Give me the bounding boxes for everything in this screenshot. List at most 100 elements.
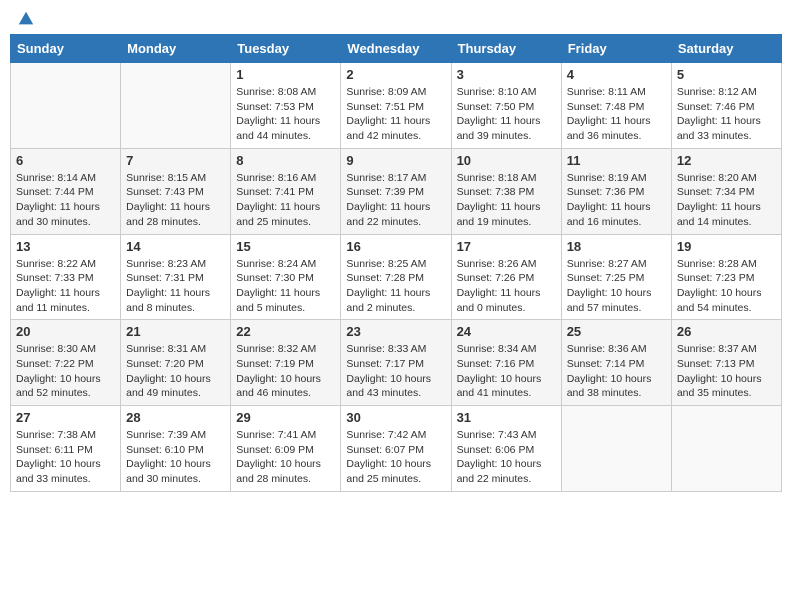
calendar-cell: 2 Sunrise: 8:09 AMSunset: 7:51 PMDaylight… (341, 63, 451, 149)
day-info: Sunrise: 8:36 AMSunset: 7:14 PMDaylight:… (567, 342, 666, 401)
day-number: 2 (346, 67, 445, 82)
day-info: Sunrise: 8:30 AMSunset: 7:22 PMDaylight:… (16, 342, 115, 401)
day-number: 21 (126, 324, 225, 339)
weekday-header-wednesday: Wednesday (341, 35, 451, 63)
day-info: Sunrise: 7:42 AMSunset: 6:07 PMDaylight:… (346, 428, 445, 487)
day-info: Sunrise: 8:24 AMSunset: 7:30 PMDaylight:… (236, 257, 335, 316)
day-number: 30 (346, 410, 445, 425)
day-number: 15 (236, 239, 335, 254)
calendar-cell: 3Sunrise: 8:10 AMSunset: 7:50 PMDaylight… (451, 63, 561, 149)
calendar-cell: 28 Sunrise: 7:39 AMSunset: 6:10 PMDayligh… (121, 406, 231, 492)
calendar-cell: 29 Sunrise: 7:41 AMSunset: 6:09 PMDayligh… (231, 406, 341, 492)
day-number: 4 (567, 67, 666, 82)
weekday-header-monday: Monday (121, 35, 231, 63)
calendar-cell: 19 Sunrise: 8:28 AMSunset: 7:23 PMDayligh… (671, 234, 781, 320)
day-number: 14 (126, 239, 225, 254)
day-number: 31 (457, 410, 556, 425)
day-number: 9 (346, 153, 445, 168)
calendar-cell (121, 63, 231, 149)
day-number: 29 (236, 410, 335, 425)
calendar-cell: 1 Sunrise: 8:08 AMSunset: 7:53 PMDaylight… (231, 63, 341, 149)
calendar-cell: 10Sunrise: 8:18 AMSunset: 7:38 PMDayligh… (451, 148, 561, 234)
day-info: Sunrise: 7:41 AMSunset: 6:09 PMDaylight:… (236, 428, 335, 487)
day-number: 18 (567, 239, 666, 254)
day-info: Sunrise: 8:23 AMSunset: 7:31 PMDaylight:… (126, 257, 225, 316)
calendar-cell: 13 Sunrise: 8:22 AMSunset: 7:33 PMDayligh… (11, 234, 121, 320)
calendar-cell: 15 Sunrise: 8:24 AMSunset: 7:30 PMDayligh… (231, 234, 341, 320)
calendar-cell: 4 Sunrise: 8:11 AMSunset: 7:48 PMDaylight… (561, 63, 671, 149)
day-number: 12 (677, 153, 776, 168)
calendar-cell: 18 Sunrise: 8:27 AMSunset: 7:25 PMDayligh… (561, 234, 671, 320)
calendar-cell: 14 Sunrise: 8:23 AMSunset: 7:31 PMDayligh… (121, 234, 231, 320)
day-info: Sunrise: 8:18 AMSunset: 7:38 PMDaylight:… (457, 171, 556, 230)
day-info: Sunrise: 8:11 AMSunset: 7:48 PMDaylight:… (567, 85, 666, 144)
day-info: Sunrise: 8:34 AMSunset: 7:16 PMDaylight:… (457, 342, 556, 401)
day-number: 1 (236, 67, 335, 82)
day-info: Sunrise: 8:17 AMSunset: 7:39 PMDaylight:… (346, 171, 445, 230)
calendar-cell: 22 Sunrise: 8:32 AMSunset: 7:19 PMDayligh… (231, 320, 341, 406)
day-number: 5 (677, 67, 776, 82)
calendar-cell: 16Sunrise: 8:25 AMSunset: 7:28 PMDayligh… (341, 234, 451, 320)
calendar-cell: 26Sunrise: 8:37 AMSunset: 7:13 PMDayligh… (671, 320, 781, 406)
day-info: Sunrise: 8:12 AMSunset: 7:46 PMDaylight:… (677, 85, 776, 144)
day-info: Sunrise: 8:26 AMSunset: 7:26 PMDaylight:… (457, 257, 556, 316)
calendar-cell: 11 Sunrise: 8:19 AMSunset: 7:36 PMDayligh… (561, 148, 671, 234)
calendar-week-row: 20 Sunrise: 8:30 AMSunset: 7:22 PMDayligh… (11, 320, 782, 406)
day-info: Sunrise: 8:14 AMSunset: 7:44 PMDaylight:… (16, 171, 115, 230)
calendar-cell: 24 Sunrise: 8:34 AMSunset: 7:16 PMDayligh… (451, 320, 561, 406)
day-info: Sunrise: 8:20 AMSunset: 7:34 PMDaylight:… (677, 171, 776, 230)
weekday-header-thursday: Thursday (451, 35, 561, 63)
day-info: Sunrise: 8:32 AMSunset: 7:19 PMDaylight:… (236, 342, 335, 401)
day-info: Sunrise: 8:08 AMSunset: 7:53 PMDaylight:… (236, 85, 335, 144)
calendar-week-row: 13 Sunrise: 8:22 AMSunset: 7:33 PMDayligh… (11, 234, 782, 320)
day-number: 13 (16, 239, 115, 254)
day-number: 27 (16, 410, 115, 425)
day-info: Sunrise: 8:15 AMSunset: 7:43 PMDaylight:… (126, 171, 225, 230)
calendar-cell (671, 406, 781, 492)
weekday-header-friday: Friday (561, 35, 671, 63)
day-info: Sunrise: 8:22 AMSunset: 7:33 PMDaylight:… (16, 257, 115, 316)
calendar-cell: 6Sunrise: 8:14 AMSunset: 7:44 PMDaylight… (11, 148, 121, 234)
day-number: 19 (677, 239, 776, 254)
calendar-cell: 27 Sunrise: 7:38 AMSunset: 6:11 PMDayligh… (11, 406, 121, 492)
day-info: Sunrise: 8:09 AMSunset: 7:51 PMDaylight:… (346, 85, 445, 144)
calendar-cell: 9 Sunrise: 8:17 AMSunset: 7:39 PMDaylight… (341, 148, 451, 234)
calendar-cell: 17Sunrise: 8:26 AMSunset: 7:26 PMDayligh… (451, 234, 561, 320)
day-info: Sunrise: 7:43 AMSunset: 6:06 PMDaylight:… (457, 428, 556, 487)
calendar-cell: 25 Sunrise: 8:36 AMSunset: 7:14 PMDayligh… (561, 320, 671, 406)
day-number: 25 (567, 324, 666, 339)
calendar-cell: 8 Sunrise: 8:16 AMSunset: 7:41 PMDaylight… (231, 148, 341, 234)
calendar-cell: 30 Sunrise: 7:42 AMSunset: 6:07 PMDayligh… (341, 406, 451, 492)
day-number: 24 (457, 324, 556, 339)
calendar-cell: 20 Sunrise: 8:30 AMSunset: 7:22 PMDayligh… (11, 320, 121, 406)
day-number: 26 (677, 324, 776, 339)
page-header (10, 10, 782, 24)
day-number: 22 (236, 324, 335, 339)
day-info: Sunrise: 7:39 AMSunset: 6:10 PMDaylight:… (126, 428, 225, 487)
day-number: 20 (16, 324, 115, 339)
day-info: Sunrise: 8:16 AMSunset: 7:41 PMDaylight:… (236, 171, 335, 230)
calendar-week-row: 1 Sunrise: 8:08 AMSunset: 7:53 PMDaylight… (11, 63, 782, 149)
logo-icon (17, 10, 35, 28)
day-info: Sunrise: 8:19 AMSunset: 7:36 PMDaylight:… (567, 171, 666, 230)
day-info: Sunrise: 8:28 AMSunset: 7:23 PMDaylight:… (677, 257, 776, 316)
calendar-table: SundayMondayTuesdayWednesdayThursdayFrid… (10, 34, 782, 492)
day-number: 11 (567, 153, 666, 168)
calendar-cell: 12 Sunrise: 8:20 AMSunset: 7:34 PMDayligh… (671, 148, 781, 234)
weekday-header-saturday: Saturday (671, 35, 781, 63)
calendar-cell: 21 Sunrise: 8:31 AMSunset: 7:20 PMDayligh… (121, 320, 231, 406)
logo (15, 10, 35, 24)
day-info: Sunrise: 8:10 AMSunset: 7:50 PMDaylight:… (457, 85, 556, 144)
day-info: Sunrise: 8:33 AMSunset: 7:17 PMDaylight:… (346, 342, 445, 401)
day-number: 7 (126, 153, 225, 168)
day-info: Sunrise: 7:38 AMSunset: 6:11 PMDaylight:… (16, 428, 115, 487)
calendar-cell: 5 Sunrise: 8:12 AMSunset: 7:46 PMDaylight… (671, 63, 781, 149)
calendar-cell: 7 Sunrise: 8:15 AMSunset: 7:43 PMDaylight… (121, 148, 231, 234)
day-number: 8 (236, 153, 335, 168)
weekday-header-tuesday: Tuesday (231, 35, 341, 63)
calendar-cell (561, 406, 671, 492)
day-number: 28 (126, 410, 225, 425)
day-number: 16 (346, 239, 445, 254)
day-info: Sunrise: 8:31 AMSunset: 7:20 PMDaylight:… (126, 342, 225, 401)
day-info: Sunrise: 8:27 AMSunset: 7:25 PMDaylight:… (567, 257, 666, 316)
